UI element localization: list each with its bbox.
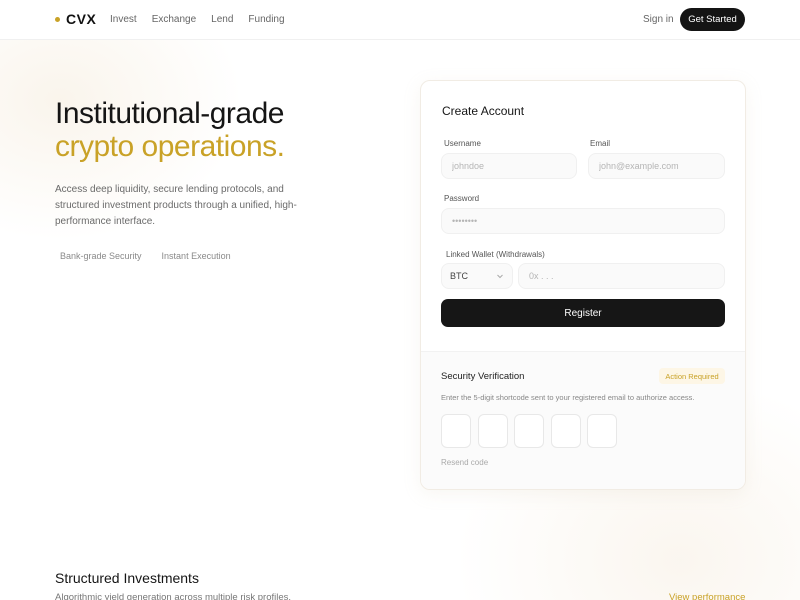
view-performance-link[interactable]: View performance — [669, 592, 745, 600]
otp-digit-4[interactable] — [550, 414, 581, 448]
email-label: Email — [590, 139, 611, 148]
brand-dot-icon — [55, 16, 60, 22]
tag-execution: Instant Execution — [161, 251, 231, 261]
tag-security: Bank-grade Security — [60, 251, 142, 261]
username-input[interactable] — [441, 153, 577, 179]
hero-title-line1: Institutional-grade — [55, 97, 284, 130]
nav-link-exchange[interactable]: Exchange — [152, 14, 196, 25]
nav-links: Invest Exchange Lend Funding — [110, 14, 300, 25]
chevron-down-icon — [497, 274, 503, 279]
action-required-badge: Action Required — [659, 368, 725, 384]
wallet-label: Linked Wallet (Withdrawals) — [446, 250, 545, 259]
register-button[interactable]: Register — [441, 299, 725, 327]
wallet-address-input[interactable] — [518, 263, 725, 289]
brand-name: CVX — [66, 11, 97, 27]
wallet-currency-select[interactable]: BTC — [441, 263, 513, 289]
hero-description: Access deep liquidity, secure lending pr… — [55, 184, 297, 227]
security-verification-section: Security Verification Action Required En… — [421, 351, 745, 489]
verification-description: Enter the 5-digit shortcode sent to your… — [441, 393, 695, 402]
password-input[interactable] — [441, 208, 725, 234]
form-title: Create Account — [442, 104, 525, 118]
otp-digit-1[interactable] — [441, 414, 471, 448]
feature-tags: Bank-grade Security Instant Execution — [55, 249, 246, 263]
password-label: Password — [444, 194, 480, 203]
otp-inputs — [441, 414, 624, 448]
nav-link-invest[interactable]: Invest — [110, 14, 137, 25]
brand-logo[interactable]: CVX — [55, 11, 96, 27]
resend-code-link[interactable]: Resend code — [441, 458, 488, 467]
sign-in-link[interactable]: Sign in — [643, 14, 674, 25]
wallet-currency-value: BTC — [450, 271, 468, 281]
otp-digit-2[interactable] — [477, 414, 508, 448]
top-navbar: CVX Invest Exchange Lend Funding Sign in… — [0, 0, 800, 40]
nav-link-funding[interactable]: Funding — [248, 14, 284, 25]
otp-digit-5[interactable] — [587, 414, 617, 448]
create-account-card: Create Account Username Email Password L… — [420, 80, 746, 490]
email-input[interactable] — [588, 153, 725, 179]
hero-title-line2: crypto operations. — [55, 130, 285, 163]
get-started-button[interactable]: Get Started — [680, 8, 745, 31]
section-title: Structured Investments — [55, 570, 199, 586]
hero-title: Institutional-grade crypto operations. — [55, 97, 285, 163]
verification-title: Security Verification — [441, 371, 525, 382]
section-description: Algorithmic yield generation across mult… — [55, 592, 292, 600]
otp-digit-3[interactable] — [514, 414, 544, 448]
nav-link-lend[interactable]: Lend — [211, 14, 233, 25]
username-label: Username — [444, 139, 481, 148]
